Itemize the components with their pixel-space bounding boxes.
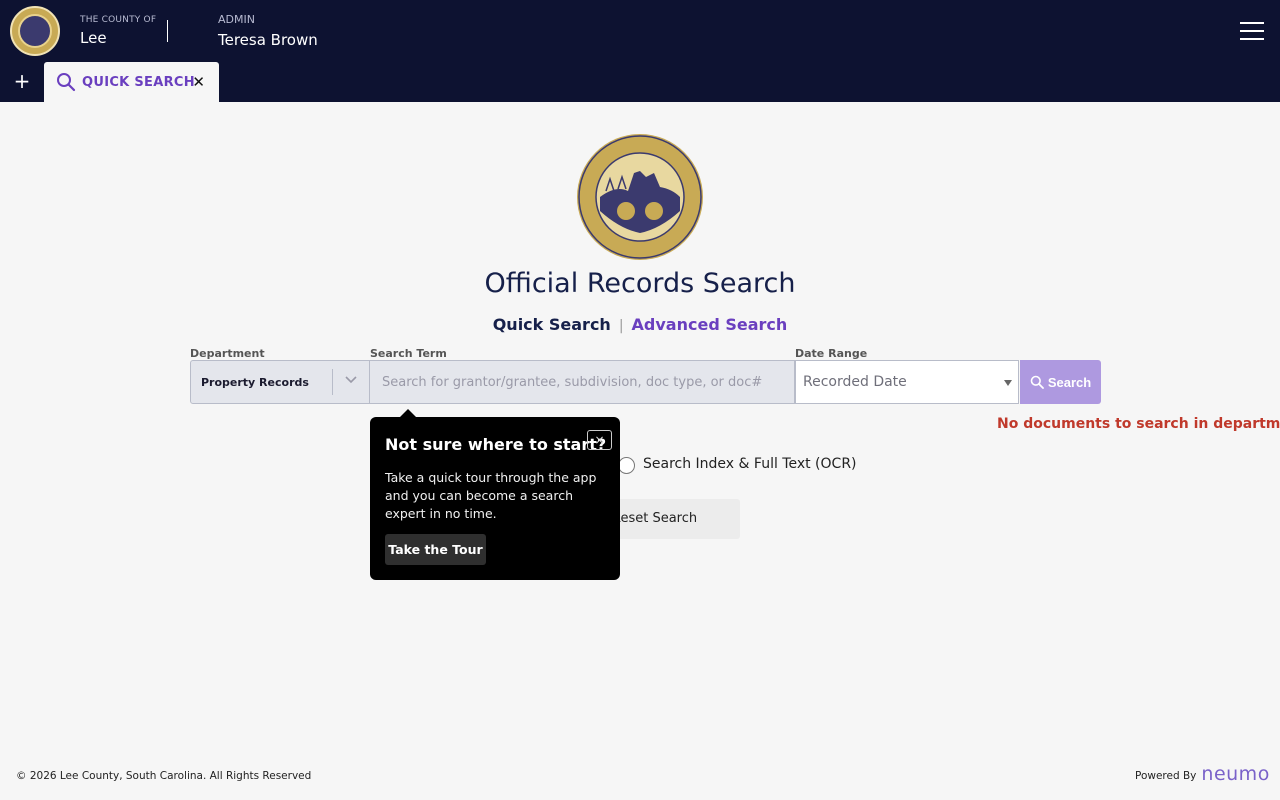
date-range-label: Date Range [795,347,868,360]
page-title: Official Records Search [484,268,796,299]
add-tab-button[interactable]: + [12,70,32,92]
department-error-message: No documents to search in department. [997,416,1280,432]
tour-popover-title: Not sure where to start? [385,435,607,454]
department-value: Property Records [201,376,309,389]
header-divider [167,20,168,42]
county-prefix: THE COUNTY OF [80,15,157,25]
user-name: Teresa Brown [218,31,318,49]
search-term-label: Search Term [370,347,447,360]
search-button-label: Search [1047,374,1092,390]
hamburger-menu-icon[interactable] [1240,22,1264,40]
take-tour-button[interactable]: Take the Tour [385,534,486,565]
top-bar: THE COUNTY OF Lee ADMIN Teresa Brown + Q… [0,0,1280,102]
close-popover-button[interactable]: × [587,430,612,450]
popover-arrow [400,409,416,417]
footer-copyright: © 2026 Lee County, South Carolina. All R… [16,770,312,782]
county-name: Lee [80,29,107,47]
search-button[interactable]: Search [1020,360,1101,404]
mode-separator: | [618,318,624,334]
ocr-search-radio[interactable] [618,457,635,474]
caret-down-icon [1004,380,1012,386]
footer-powered-by: Powered By neumo [1135,765,1270,784]
chevron-down-icon [345,376,357,384]
tour-popover-text: Take a quick tour through the app and yo… [385,470,597,521]
search-term-input[interactable] [370,360,795,404]
date-range-value: Recorded Date [803,374,907,390]
county-seal-logo [577,134,703,260]
county-block: THE COUNTY OF Lee [80,15,156,47]
date-range-select[interactable]: Recorded Date [795,360,1019,404]
advanced-search-link[interactable]: Advanced Search [632,315,788,334]
user-role: ADMIN [218,13,255,26]
tab-label: QUICK SEARCH [82,74,195,90]
county-seal-icon[interactable] [10,6,60,56]
tour-popover: Not sure where to start? × Take a quick … [370,409,620,580]
search-mode-links: Quick Search | Advanced Search [0,315,1280,334]
close-tab-icon[interactable]: ✕ [192,73,205,91]
powered-by-label: Powered By [1135,770,1197,782]
quick-search-link[interactable]: Quick Search [493,315,611,334]
neumo-logo[interactable]: neumo [1201,765,1269,784]
search-icon [57,73,76,92]
department-label: Department [190,347,265,360]
tab-quick-search[interactable]: QUICK SEARCH ✕ [44,62,219,102]
department-select-divider [332,369,333,395]
ocr-search-label[interactable]: Search Index & Full Text (OCR) [643,456,857,472]
search-icon [1030,375,1044,389]
user-block: ADMIN Teresa Brown [218,13,318,49]
department-select[interactable]: Property Records [190,360,370,404]
